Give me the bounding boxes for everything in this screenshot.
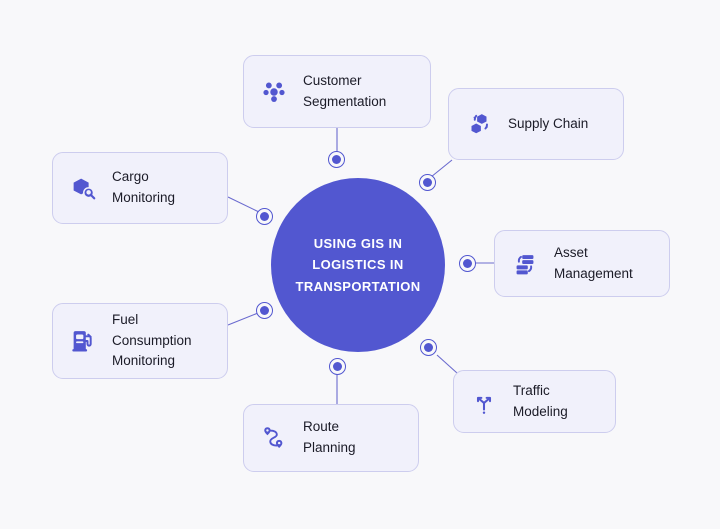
node-route-planning[interactable]: Route Planning (243, 404, 419, 472)
node-traffic-modeling[interactable]: Traffic Modeling (453, 370, 616, 433)
diagram-canvas: USING GIS IN LOGISTICS IN TRANSPORTATION… (0, 0, 720, 529)
hub-label: USING GIS IN LOGISTICS IN TRANSPORTATION (295, 235, 421, 294)
node-label: Customer Segmentation (303, 72, 387, 109)
road-fork-arrows-icon (468, 386, 500, 418)
node-supply-chain[interactable]: Supply Chain (448, 88, 624, 160)
box-magnifier-icon (67, 172, 99, 204)
central-hub: USING GIS IN LOGISTICS IN TRANSPORTATION (271, 178, 445, 352)
connector-traffic-modeling (436, 354, 458, 374)
connector-supply-chain (430, 159, 453, 178)
node-label: Supply Chain (508, 115, 589, 131)
node-asset-management[interactable]: Asset Management (494, 230, 670, 297)
node-label: Cargo Monitoring (112, 169, 176, 205)
knob-traffic-modeling (420, 339, 437, 356)
knob-fuel-consumption (256, 302, 273, 319)
boxes-cycle-icon (463, 108, 495, 140)
knob-route-planning (329, 358, 346, 375)
node-customer-segmentation[interactable]: Customer Segmentation (243, 55, 431, 128)
node-label: Traffic Modeling (513, 382, 568, 419)
node-label: Route Planning (303, 419, 356, 455)
knob-customer-segmentation (328, 151, 345, 168)
knob-cargo-monitoring (256, 208, 273, 225)
connector-cargo-monitoring (227, 196, 260, 213)
node-cargo-monitoring[interactable]: Cargo Monitoring (52, 152, 228, 224)
knob-asset-management (459, 255, 476, 272)
people-group-icon (258, 76, 290, 108)
node-label: Fuel Consumption Monitoring (112, 311, 192, 369)
route-pins-icon (258, 422, 290, 454)
fuel-pump-icon (67, 325, 99, 357)
server-refresh-icon (509, 248, 541, 280)
node-fuel-consumption-monitoring[interactable]: Fuel Consumption Monitoring (52, 303, 228, 379)
knob-supply-chain (419, 174, 436, 191)
connector-fuel-consumption (227, 312, 259, 326)
node-label: Asset Management (554, 244, 633, 281)
